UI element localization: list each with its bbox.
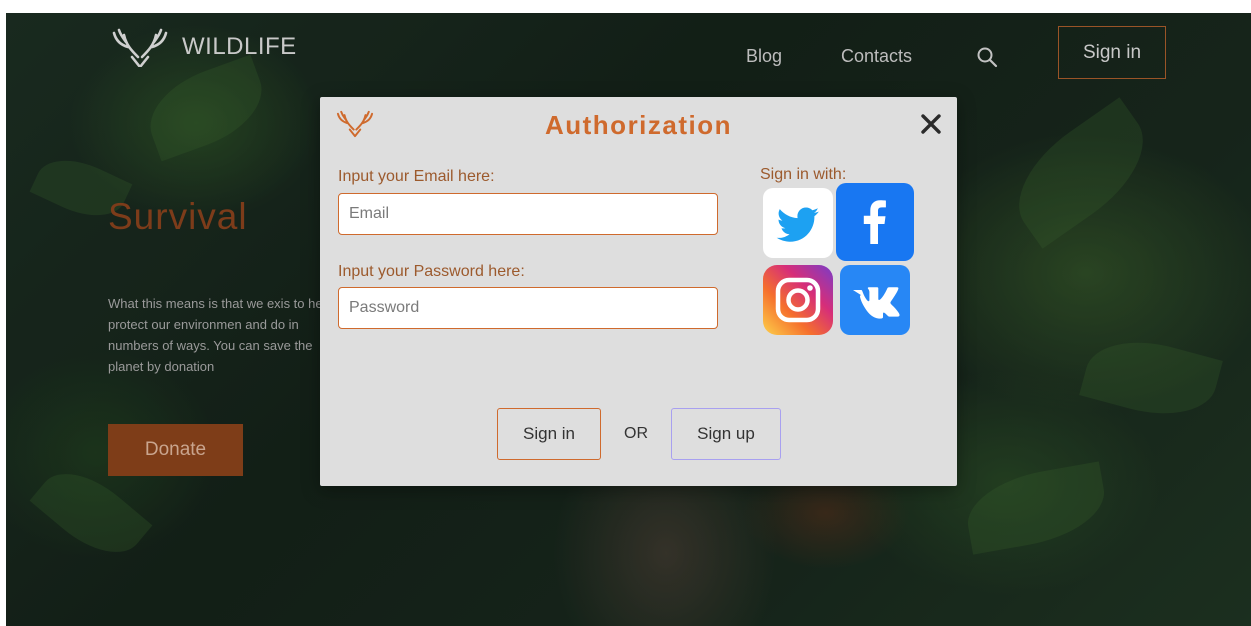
authorization-modal: Authorization Input your Email here: Inp… <box>320 97 957 486</box>
hero-title: Survival <box>108 196 248 237</box>
facebook-icon <box>863 200 886 244</box>
social-sign-in-label: Sign in with: <box>760 166 847 183</box>
or-divider: OR <box>624 425 648 442</box>
close-button[interactable] <box>919 112 943 141</box>
twitter-icon <box>776 207 819 242</box>
header-sign-in-button[interactable]: Sign in <box>1058 26 1166 79</box>
site-logo[interactable]: WILDLIFE <box>108 27 297 67</box>
email-input[interactable] <box>338 193 718 235</box>
modal-sign-in-button[interactable]: Sign in <box>497 408 601 460</box>
donate-button[interactable]: Donate <box>108 424 243 476</box>
logo-text: WILDLIFE <box>182 33 297 60</box>
password-input[interactable] <box>338 287 718 329</box>
facebook-button[interactable] <box>836 183 914 261</box>
password-label: Input your Password here: <box>338 263 525 280</box>
hero-description: What this means is that we exis to help … <box>108 296 333 374</box>
email-label: Input your Email here: <box>338 168 495 185</box>
close-icon <box>921 114 941 134</box>
nav-blog-link[interactable]: Blog <box>746 46 782 67</box>
modal-sign-up-button[interactable]: Sign up <box>671 408 781 460</box>
instagram-icon <box>763 265 833 335</box>
nav-contacts-link[interactable]: Contacts <box>841 46 912 67</box>
instagram-button[interactable] <box>763 265 833 335</box>
search-button[interactable] <box>976 46 998 73</box>
search-icon <box>977 47 998 68</box>
vk-button[interactable] <box>840 265 910 335</box>
antlers-logo-icon <box>112 28 168 67</box>
modal-title: Authorization <box>544 110 733 140</box>
vk-icon <box>853 287 900 319</box>
twitter-button[interactable] <box>763 188 833 258</box>
